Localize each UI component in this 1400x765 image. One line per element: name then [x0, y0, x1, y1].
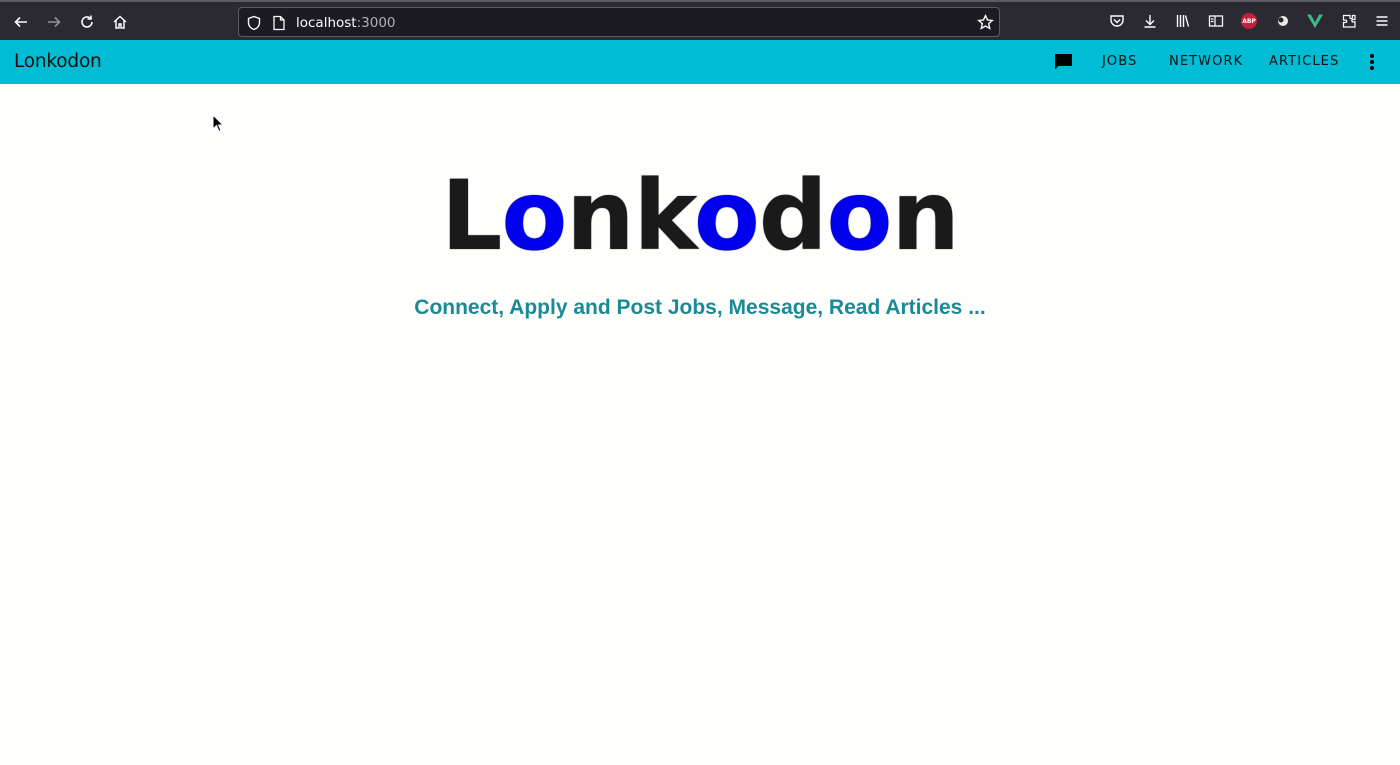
bookmark-star-icon[interactable] [977, 13, 994, 36]
hero-subtitle: Connect, Apply and Post Jobs, Message, R… [414, 296, 986, 319]
hero-title: Lonkodon [441, 160, 960, 272]
nav-link-articles[interactable]: ARTICLES [1269, 54, 1339, 69]
app-title[interactable]: Lonkodon [14, 51, 102, 72]
url-bar[interactable]: localhost:3000 [238, 7, 1000, 37]
extensions-icon[interactable] [1340, 12, 1358, 30]
nav-link-jobs[interactable]: JOBS [1102, 54, 1137, 69]
browser-toolbar: localhost:3000 ABP [0, 0, 1400, 40]
app-bar: Lonkodon JOBS NETWORK ARTICLES [0, 40, 1400, 84]
reader-view-icon[interactable] [1207, 12, 1225, 30]
home-icon[interactable] [108, 10, 132, 34]
url-text[interactable]: localhost:3000 [296, 15, 396, 31]
mouse-cursor-icon [212, 113, 225, 133]
menu-icon[interactable] [1373, 12, 1391, 30]
page-icon [272, 15, 286, 36]
extension-icon[interactable] [1273, 12, 1291, 30]
vue-devtools-icon[interactable] [1306, 12, 1324, 30]
library-icon[interactable] [1174, 12, 1192, 30]
chat-icon[interactable] [1053, 52, 1074, 72]
back-icon[interactable] [9, 10, 33, 34]
nav-link-network[interactable]: NETWORK [1169, 54, 1243, 69]
shield-icon[interactable] [246, 15, 262, 36]
more-vert-icon[interactable] [1362, 52, 1382, 72]
pocket-icon[interactable] [1108, 12, 1126, 30]
reload-icon[interactable] [75, 10, 99, 34]
download-icon[interactable] [1141, 12, 1159, 30]
adblock-plus-icon[interactable]: ABP [1240, 12, 1258, 30]
forward-icon[interactable] [42, 10, 66, 34]
